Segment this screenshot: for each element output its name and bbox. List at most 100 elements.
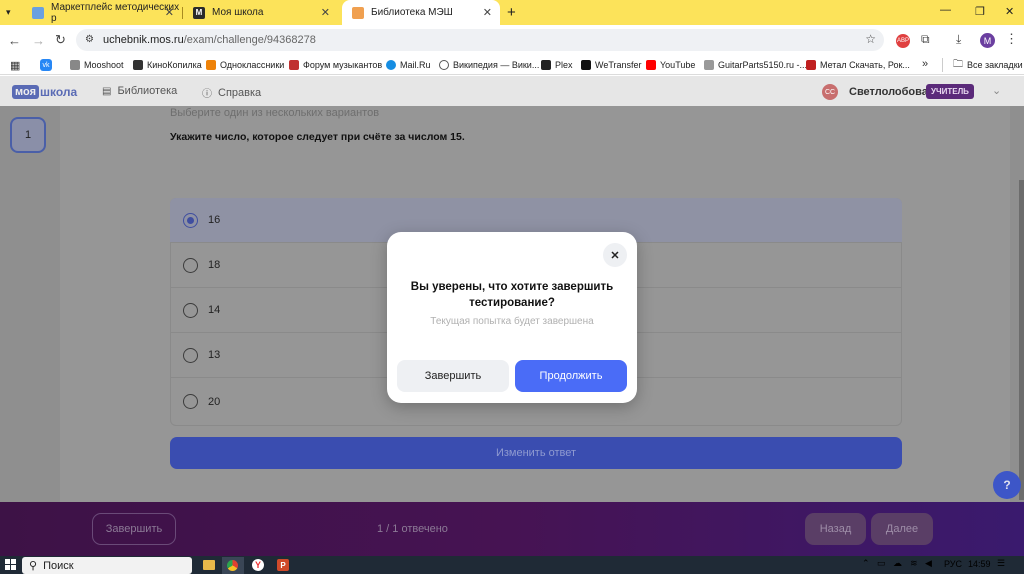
extensions-icon[interactable]: ⧉ — [921, 32, 930, 47]
bookmark-item[interactable]: Метал Скачать, Рок... — [806, 58, 910, 72]
clock[interactable]: 14:59 — [968, 559, 991, 569]
notifications-icon[interactable]: ☰ — [997, 558, 1005, 569]
bookmark-item[interactable]: Одноклассники — [206, 58, 284, 72]
apps-grid-icon[interactable]: ▦ — [10, 59, 20, 72]
change-answer-button[interactable]: Изменить ответ — [170, 437, 902, 469]
start-button-icon[interactable] — [5, 559, 16, 570]
library-favicon-icon — [352, 6, 364, 19]
dialog-subtitle: Текущая попытка будет завершена — [430, 316, 594, 327]
back-icon[interactable]: ← — [8, 33, 21, 48]
close-dialog-button[interactable]: ✕ — [603, 243, 627, 267]
question-number-button[interactable]: 1 — [10, 117, 46, 153]
bookmark-label: WeTransfer — [595, 60, 642, 70]
bookmark-icon — [70, 60, 80, 70]
bookmark-label: Википедия — Вики... — [453, 60, 540, 70]
volume-icon[interactable]: ◀ — [925, 558, 932, 569]
powerpoint-icon[interactable]: P — [277, 559, 289, 571]
menu-kebab-icon[interactable]: ⋮ — [1005, 31, 1018, 47]
youtube-icon — [646, 60, 656, 70]
bookmark-star-icon[interactable]: ☆ — [865, 32, 876, 46]
radio-selected[interactable] — [183, 212, 198, 228]
close-tab-icon[interactable]: ✕ — [483, 6, 492, 19]
bookmark-label: Форум музыкантов — [303, 60, 383, 70]
restore-icon[interactable]: ❐ — [975, 5, 985, 18]
more-bookmarks-button[interactable]: » — [922, 58, 928, 70]
bookmark-label: Метал Скачать, Рок... — [820, 60, 910, 70]
bookmark-item[interactable]: YouTube — [646, 58, 695, 72]
bookmark-label: Mail.Ru — [400, 60, 431, 70]
scrollbar[interactable] — [1019, 180, 1024, 500]
footer-finish-button[interactable]: Завершить — [92, 513, 176, 545]
dialog-continue-button[interactable]: Продолжить — [515, 360, 627, 392]
tab-my-school[interactable]: M Моя школа ✕ — [183, 0, 338, 25]
tab-mesh-library[interactable]: Библиотека МЭШ ✕ — [342, 0, 500, 25]
radio-button[interactable] — [183, 347, 198, 363]
chrome-icon — [227, 560, 238, 571]
tab-marketplace[interactable]: Маркетплейс методических р ✕ — [22, 0, 182, 25]
file-explorer-icon[interactable] — [203, 560, 215, 570]
tray-icon[interactable]: ▭ — [877, 558, 886, 569]
minimize-icon[interactable]: — — [940, 4, 951, 16]
bookmark-item[interactable]: Википедия — Вики... — [439, 58, 539, 72]
close-tab-icon[interactable]: ✕ — [165, 6, 174, 19]
logo-part1: моя — [12, 84, 39, 99]
nav-library-label: Библиотека — [117, 85, 178, 97]
option-label: 13 — [208, 349, 221, 361]
bookmark-item[interactable]: Форум музыкантов — [289, 58, 382, 72]
adblock-icon[interactable]: ABP — [896, 34, 910, 48]
all-bookmarks-label: Все закладки — [967, 60, 1023, 70]
question-number: 1 — [24, 129, 32, 141]
taskbar-search-box[interactable]: ⚲ Поиск — [22, 557, 192, 574]
dialog-finish-button[interactable]: Завершить — [397, 360, 509, 392]
next-button[interactable]: Далее — [871, 513, 933, 545]
bookmark-item[interactable]: Mooshoot — [70, 58, 124, 72]
download-icon[interactable]: ⤓ — [956, 32, 961, 47]
bookmark-icon — [133, 60, 143, 70]
radio-button[interactable] — [183, 394, 198, 409]
bookmark-label: YouTube — [660, 60, 696, 70]
dialog-title: Вы уверены, что хотите завершить тестиро… — [410, 281, 614, 309]
user-avatar[interactable]: СС — [822, 84, 838, 100]
close-window-icon[interactable]: ✕ — [1005, 5, 1014, 18]
vk-icon[interactable]: vk — [40, 59, 52, 71]
bookmark-label: Mooshoot — [84, 60, 124, 70]
site-info-icon[interactable]: ⚙ — [85, 34, 94, 45]
all-bookmarks-button[interactable]: 🗀 Все закладки — [953, 58, 1023, 72]
language-indicator[interactable]: РУС — [944, 559, 962, 569]
nav-help[interactable]: ⓘ Справка — [202, 85, 262, 101]
reload-icon[interactable]: ↻ — [55, 32, 66, 48]
close-tab-icon[interactable]: ✕ — [321, 6, 330, 19]
yandex-icon[interactable]: Y — [252, 559, 264, 571]
bookmark-item[interactable]: GuitarParts5150.ru -... — [704, 58, 807, 72]
wifi-icon[interactable]: ≋ — [910, 558, 918, 569]
nav-help-label: Справка — [218, 86, 262, 99]
forward-icon[interactable]: → — [32, 33, 45, 48]
url-path: /exam/challenge/94368278 — [183, 34, 316, 46]
folder-icon: 🗀 — [953, 58, 963, 70]
bookmark-item[interactable]: Mail.Ru — [386, 58, 431, 72]
tab-search-icon[interactable]: ▾ — [6, 7, 18, 19]
search-icon: ⚲ — [29, 560, 38, 572]
profile-avatar[interactable]: M — [980, 33, 995, 48]
tray-chevron-up-icon[interactable]: ⌃ — [862, 558, 870, 569]
nav-library[interactable]: ▤ Библиотека — [102, 85, 177, 97]
new-tab-button[interactable]: + — [507, 4, 516, 21]
help-circle-icon: ⓘ — [202, 89, 212, 100]
user-name[interactable]: Светлолобова — [849, 86, 928, 98]
tray-icon[interactable]: ☁ — [893, 558, 902, 569]
progress-text: 1 / 1 отвечено — [377, 523, 448, 535]
address-bar[interactable]: ⚙ uchebnik.mos.ru/exam/challenge/9436827… — [76, 29, 884, 51]
radio-button[interactable] — [183, 257, 198, 273]
bookmark-item[interactable]: КиноКопилка — [133, 58, 202, 72]
bookmark-item[interactable]: Plex — [541, 58, 573, 72]
app-logo[interactable]: моя школа — [12, 83, 77, 100]
back-button[interactable]: Назад — [805, 513, 866, 545]
radio-button[interactable] — [183, 302, 198, 318]
bookmark-item[interactable]: WeTransfer — [581, 58, 642, 72]
chevron-down-icon[interactable]: ⌄ — [992, 84, 1001, 97]
option-label: 16 — [208, 214, 221, 226]
wikipedia-icon — [439, 60, 449, 70]
bookmark-icon — [704, 60, 714, 70]
help-floating-button[interactable]: ? — [993, 471, 1021, 499]
chrome-taskbar-button[interactable] — [222, 557, 244, 574]
